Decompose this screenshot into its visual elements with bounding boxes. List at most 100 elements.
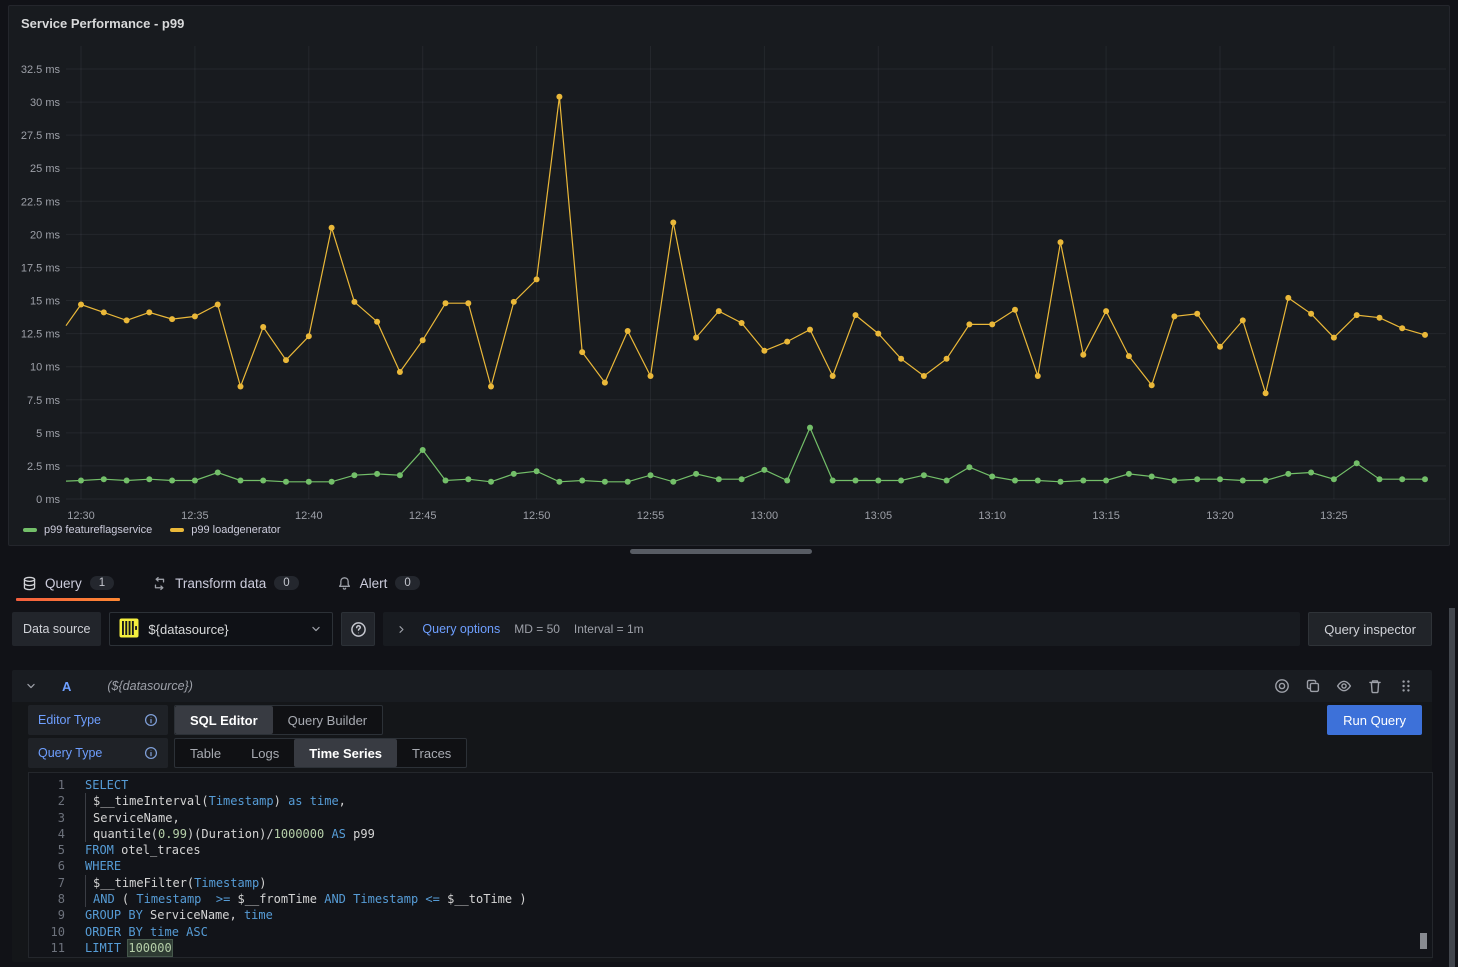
x-axis-tick-label: 12:35 (181, 510, 209, 522)
query-inspector-button[interactable]: Query inspector (1308, 612, 1432, 646)
series-point (784, 478, 790, 484)
editor-type-row: Editor Type SQL EditorQuery Builder (28, 705, 383, 735)
x-axis-tick-label: 13:20 (1206, 510, 1234, 522)
series-point (443, 478, 449, 484)
indent-guide (85, 793, 93, 809)
indent-guide (85, 875, 93, 891)
line-number: 8 (29, 891, 85, 907)
query-options-toggle[interactable]: Query options MD = 50 Interval = 1m (383, 612, 1300, 646)
sql-code-editor[interactable]: 1SELECT2$__timeInterval(Timestamp) as ti… (28, 772, 1433, 958)
run-query-button[interactable]: Run Query (1327, 705, 1422, 735)
series-point (283, 357, 289, 363)
series-point (1263, 478, 1269, 484)
query-type-option-table[interactable]: Table (175, 739, 236, 767)
sql-code-line: 6WHERE (29, 858, 1432, 874)
editor-type-option-sql-editor[interactable]: SQL Editor (175, 706, 273, 734)
line-number: 7 (29, 875, 85, 891)
series-point (1422, 332, 1428, 338)
timeseries-panel: 0 ms2.5 ms5 ms7.5 ms10 ms12.5 ms15 ms17.… (8, 5, 1450, 546)
series-point (215, 302, 221, 308)
series-point (238, 478, 244, 484)
datasource-picker[interactable]: ${datasource} (109, 612, 333, 646)
legend-item[interactable]: p99 loadgenerator (170, 524, 280, 536)
series-point (830, 373, 836, 379)
series-point (648, 373, 654, 379)
line-number: 6 (29, 858, 85, 874)
series-point (579, 478, 585, 484)
series-point (169, 316, 175, 322)
vertical-scrollbar-thumb[interactable] (1449, 608, 1455, 967)
copy-icon[interactable] (1305, 678, 1321, 694)
series-point (465, 300, 471, 306)
query-type-label-box: Query Type (28, 738, 168, 768)
sql-code-line: 5FROM otel_traces (29, 842, 1432, 858)
series-point (1308, 311, 1314, 317)
series-point (1263, 390, 1269, 396)
editor-scrollbar-thumb[interactable] (1420, 933, 1427, 949)
tab-transform-data[interactable]: Transform data0 (146, 566, 304, 600)
horizontal-scrollbar-thumb[interactable] (630, 549, 812, 554)
x-axis-tick-label: 13:25 (1320, 510, 1348, 522)
datasource-help-button[interactable] (341, 612, 375, 646)
series-point (1080, 352, 1086, 358)
y-axis-tick-label: 15 ms (30, 296, 60, 308)
series-point (351, 472, 357, 478)
indent-guide (85, 891, 93, 907)
series-point (1103, 478, 1109, 484)
trash-icon[interactable] (1367, 678, 1383, 694)
series-point (192, 478, 198, 484)
y-axis-tick-label: 0 ms (36, 494, 60, 506)
record-circle-icon[interactable] (1274, 678, 1290, 694)
info-circle-icon[interactable] (144, 713, 158, 727)
tab-count-badge: 0 (395, 576, 419, 590)
series-point (124, 478, 130, 484)
query-type-option-logs[interactable]: Logs (236, 739, 294, 767)
sql-code-line: 8AND ( Timestamp >= $__fromTime AND Time… (29, 891, 1432, 907)
series-point (807, 425, 813, 431)
x-axis-tick-label: 12:40 (295, 510, 323, 522)
x-axis-tick-label: 13:10 (978, 510, 1006, 522)
query-type-option-time-series[interactable]: Time Series (294, 739, 397, 767)
series-point (761, 348, 767, 354)
query-ref-id: A (62, 679, 71, 694)
series-point (1285, 471, 1291, 477)
series-point (716, 476, 722, 482)
timeseries-chart[interactable]: 0 ms2.5 ms5 ms7.5 ms10 ms12.5 ms15 ms17.… (9, 6, 1449, 545)
query-type-option-traces[interactable]: Traces (397, 739, 466, 767)
series-point (966, 321, 972, 327)
series-point (1103, 308, 1109, 314)
tab-label: Query (45, 576, 82, 591)
y-axis-tick-label: 10 ms (30, 362, 60, 374)
series-point (1171, 478, 1177, 484)
series-point (1399, 476, 1405, 482)
series-point (1080, 478, 1086, 484)
series-point (420, 337, 426, 343)
y-axis-tick-label: 2.5 ms (27, 461, 61, 473)
tab-alert[interactable]: Alert0 (331, 566, 426, 600)
series-point (989, 321, 995, 327)
x-axis-tick-label: 12:30 (67, 510, 95, 522)
series-point (556, 479, 562, 485)
series-point (1149, 382, 1155, 388)
series-point (716, 308, 722, 314)
tab-query[interactable]: Query1 (16, 566, 120, 600)
series-point (1035, 373, 1041, 379)
series-point (192, 313, 198, 319)
drag-handle-icon[interactable] (1398, 678, 1414, 694)
eye-icon[interactable] (1336, 678, 1352, 694)
series-point (511, 299, 517, 305)
collapse-chevron-icon[interactable] (24, 679, 38, 693)
editor-type-option-query-builder[interactable]: Query Builder (273, 706, 382, 734)
info-circle-icon[interactable] (144, 746, 158, 760)
series-point (921, 472, 927, 478)
series-point (1354, 312, 1360, 318)
sql-code-line: 3ServiceName, (29, 810, 1432, 826)
series-point (1171, 313, 1177, 319)
interval-summary: Interval = 1m (574, 622, 644, 636)
series-point (1399, 325, 1405, 331)
legend-label: p99 loadgenerator (191, 524, 280, 536)
series-point (1012, 478, 1018, 484)
series-point (1422, 476, 1428, 482)
query-row-header[interactable]: A (${datasource}) (12, 670, 1432, 702)
legend-item[interactable]: p99 featureflagservice (23, 524, 152, 536)
